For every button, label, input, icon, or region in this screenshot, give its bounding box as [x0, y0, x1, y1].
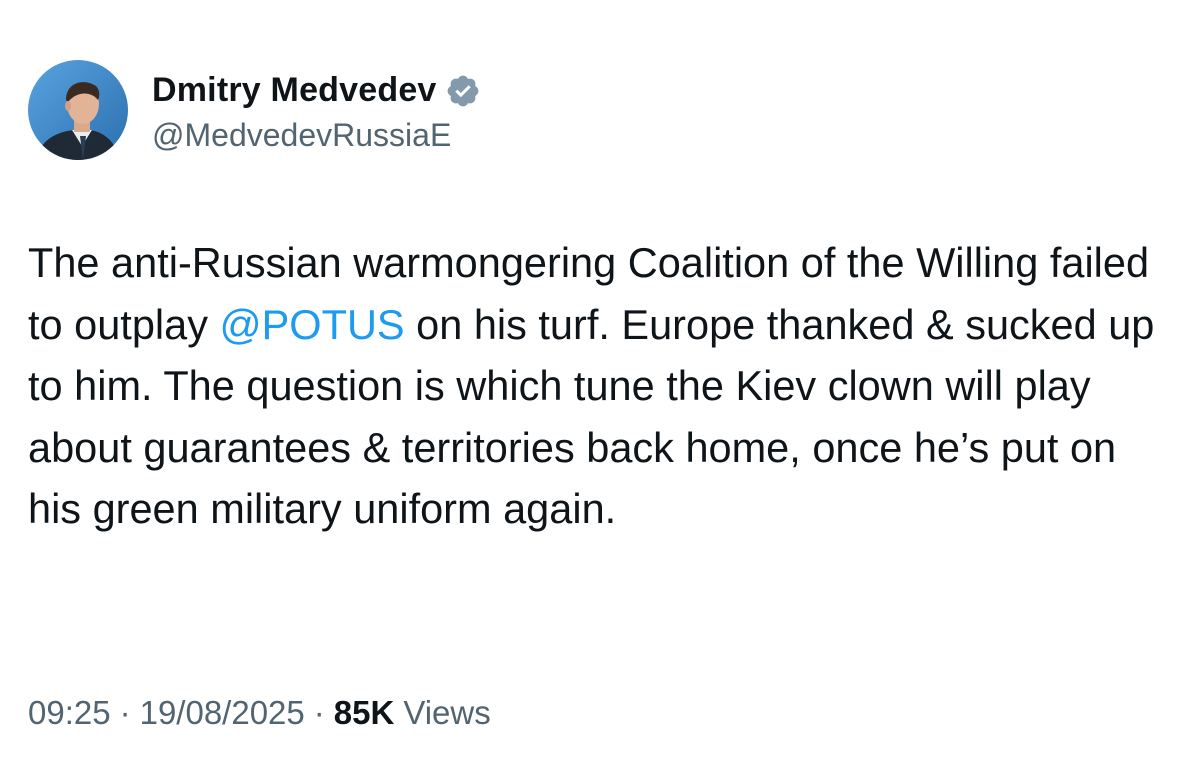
- display-name[interactable]: Dmitry Medvedev: [152, 71, 437, 110]
- display-name-row: Dmitry Medvedev: [152, 67, 481, 115]
- profile-photo-icon: [28, 60, 128, 160]
- tweet-meta: 09:25 · 19/08/2025 · 85K Views: [28, 694, 491, 732]
- tweet-date[interactable]: 19/08/2025: [140, 694, 305, 732]
- meta-separator: ·: [313, 694, 325, 731]
- views-label[interactable]: Views: [403, 694, 490, 732]
- author-names: Dmitry Medvedev @MedvedevRussiaE: [152, 67, 481, 154]
- meta-separator: ·: [119, 694, 131, 731]
- tweet-text: The anti-Russian warmongering Coalition …: [28, 232, 1158, 540]
- verified-badge-icon[interactable]: [445, 73, 481, 109]
- tweet-card: Dmitry Medvedev @MedvedevRussiaE The ant…: [0, 0, 1200, 769]
- avatar[interactable]: [28, 60, 128, 160]
- views-count[interactable]: 85K: [334, 694, 395, 732]
- mention-link[interactable]: @POTUS: [220, 301, 405, 348]
- tweet-header: Dmitry Medvedev @MedvedevRussiaE: [28, 60, 481, 160]
- tweet-time[interactable]: 09:25: [28, 694, 111, 732]
- handle[interactable]: @MedvedevRussiaE: [152, 117, 481, 154]
